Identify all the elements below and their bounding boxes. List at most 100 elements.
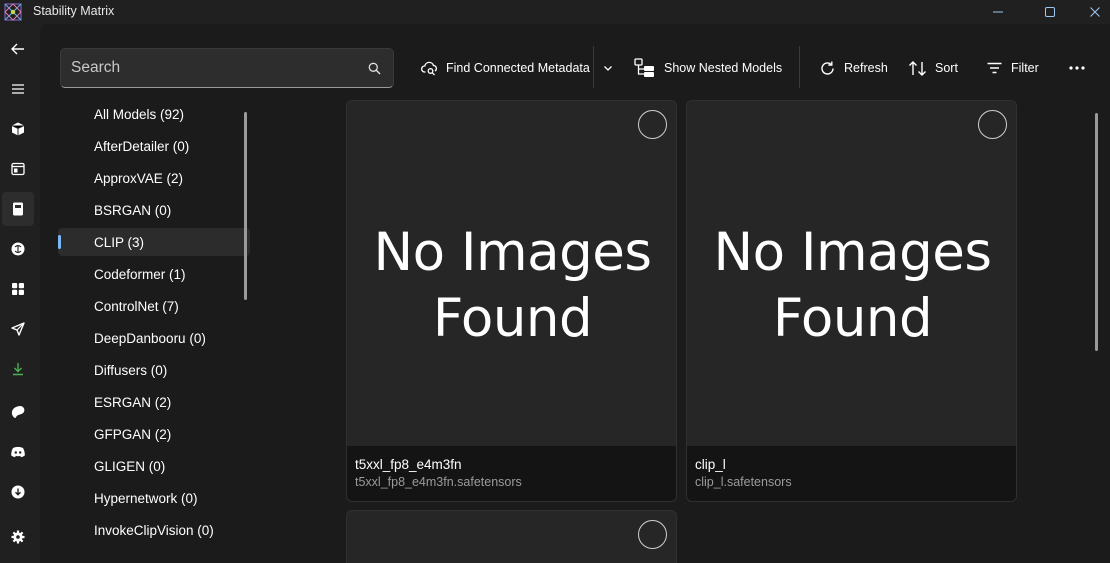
checkpoint-manager-icon [13, 202, 23, 216]
more-options-button[interactable] [1068, 54, 1094, 82]
refresh-button[interactable]: Refresh [819, 54, 888, 82]
model-preview-placeholder: No Images Found [347, 101, 676, 446]
chevron-down-icon [604, 66, 612, 71]
nav-inference[interactable] [2, 152, 34, 186]
category-list-scrollbar[interactable] [244, 112, 247, 300]
category-item-deepdanbooru[interactable]: DeepDanbooru (0) [58, 324, 250, 352]
find-metadata-dropdown-button[interactable] [602, 54, 622, 82]
model-card-footer: clip_l clip_l.safetensors [687, 446, 1016, 501]
inference-window-icon [11, 162, 25, 176]
settings-gear-icon [11, 530, 25, 544]
category-label: CLIP (3) [94, 234, 145, 250]
navigation-rail [0, 24, 40, 563]
category-item-gfpgan[interactable]: GFPGAN (2) [58, 420, 250, 448]
sort-label: Sort [935, 61, 958, 75]
category-label: AfterDetailer (0) [94, 138, 190, 154]
filter-label: Filter [1011, 61, 1039, 75]
window-title: Stability Matrix [33, 4, 115, 18]
model-card[interactable]: No Images Found t5xxl_fp8_e4m3fn t5xxl_f… [346, 100, 677, 502]
model-card-footer: t5xxl_fp8_e4m3fn t5xxl_fp8_e4m3fn.safete… [347, 446, 676, 501]
category-item-bsrgan[interactable]: BSRGAN (0) [58, 196, 250, 224]
category-item-clip[interactable]: CLIP (3) [58, 228, 250, 256]
nav-settings[interactable] [2, 520, 34, 554]
show-nested-models-toggle[interactable]: Show Nested Models [634, 54, 782, 82]
sort-button[interactable]: Sort [908, 54, 958, 82]
category-item-diffusers[interactable]: Diffusers (0) [58, 356, 250, 384]
stability-matrix-logo-icon [4, 3, 22, 21]
filter-button[interactable]: Filter [986, 54, 1039, 82]
refresh-icon [821, 61, 834, 75]
category-item-hypernetwork[interactable]: Hypernetwork (0) [58, 484, 250, 512]
checkpoints-page: Find Connected Metadata Show Nested Mode… [40, 24, 1110, 563]
category-item-controlnet[interactable]: ControlNet (7) [58, 292, 250, 320]
category-item-esrgan[interactable]: ESRGAN (2) [58, 388, 250, 416]
toolbar-separator [593, 46, 594, 88]
category-label: InvokeClipVision (0) [94, 522, 214, 538]
category-item-all-models[interactable]: All Models (92) [58, 100, 250, 128]
category-label: Codeformer (1) [94, 266, 186, 282]
maximize-icon [1045, 7, 1055, 17]
model-card[interactable]: No Images Found clip_l clip_l.safetensor… [686, 100, 1017, 502]
category-label: ApproxVAE (2) [94, 170, 184, 186]
filter-icon [987, 62, 1002, 74]
category-label: GLIGEN (0) [94, 458, 166, 474]
nav-workflows[interactable] [2, 312, 34, 346]
package-box-icon [11, 122, 25, 136]
nested-tree-icon [634, 58, 654, 77]
nav-update[interactable] [2, 475, 34, 509]
maximize-button[interactable] [1028, 0, 1072, 24]
nav-packages[interactable] [2, 112, 34, 146]
nav-patreon[interactable] [2, 395, 34, 429]
app-window: Stability Matrix Search Find Connected M… [0, 0, 1110, 563]
model-preview-placeholder: No Images Found [687, 101, 1016, 446]
category-label: All Models (92) [94, 106, 185, 122]
category-item-afterdetailer[interactable]: AfterDetailer (0) [58, 132, 250, 160]
apps-grid-icon [12, 283, 24, 295]
show-nested-models-label: Show Nested Models [664, 61, 783, 75]
select-checkbox[interactable] [978, 110, 1007, 139]
nav-checkpoints[interactable] [2, 192, 34, 226]
more-dots-icon [1069, 66, 1085, 70]
sort-arrows-icon [909, 60, 926, 76]
back-button[interactable] [2, 32, 34, 66]
find-connected-metadata-label: Find Connected Metadata [446, 61, 590, 75]
no-images-text: No Images Found [713, 221, 992, 349]
search-icon[interactable] [368, 62, 381, 75]
minimize-icon [993, 11, 1003, 13]
category-label: ControlNet (7) [94, 298, 179, 314]
minimize-button[interactable] [976, 0, 1020, 24]
civitai-brain-icon [11, 242, 25, 256]
download-icon [13, 363, 23, 376]
close-button[interactable] [1073, 0, 1110, 24]
search-box[interactable] [60, 48, 394, 88]
select-checkbox[interactable] [638, 520, 667, 549]
model-filename: clip_l.safetensors [695, 475, 792, 489]
workflow-send-icon [11, 322, 25, 336]
category-item-gligen[interactable]: GLIGEN (0) [58, 452, 250, 480]
search-input[interactable] [61, 49, 361, 87]
category-label: BSRGAN (0) [94, 202, 172, 218]
refresh-label: Refresh [844, 61, 888, 75]
model-card[interactable] [346, 510, 677, 563]
menu-toggle-button[interactable] [2, 72, 34, 106]
select-checkbox[interactable] [638, 110, 667, 139]
find-connected-metadata-button[interactable]: Find Connected Metadata [421, 54, 590, 82]
model-filename: t5xxl_fp8_e4m3fn.safetensors [355, 475, 522, 489]
category-label: ESRGAN (2) [94, 394, 172, 410]
model-name: t5xxl_fp8_e4m3fn [355, 457, 462, 472]
nav-outputs[interactable] [2, 272, 34, 306]
nav-model-browser[interactable] [2, 232, 34, 266]
discord-icon [11, 446, 25, 458]
nav-discord[interactable] [2, 435, 34, 469]
nav-downloads[interactable] [2, 352, 34, 386]
category-label: Diffusers (0) [94, 362, 168, 378]
close-icon [1090, 7, 1100, 17]
category-label: DeepDanbooru (0) [94, 330, 206, 346]
category-item-approxvae[interactable]: ApproxVAE (2) [58, 164, 250, 192]
category-list: All Models (92) AfterDetailer (0) Approx… [58, 100, 250, 563]
category-item-invokeclipvision[interactable]: InvokeClipVision (0) [58, 516, 250, 544]
category-item-codeformer[interactable]: Codeformer (1) [58, 260, 250, 288]
category-label: GFPGAN (2) [94, 426, 172, 442]
update-download-icon [11, 485, 25, 499]
model-grid-scrollbar[interactable] [1095, 113, 1098, 351]
